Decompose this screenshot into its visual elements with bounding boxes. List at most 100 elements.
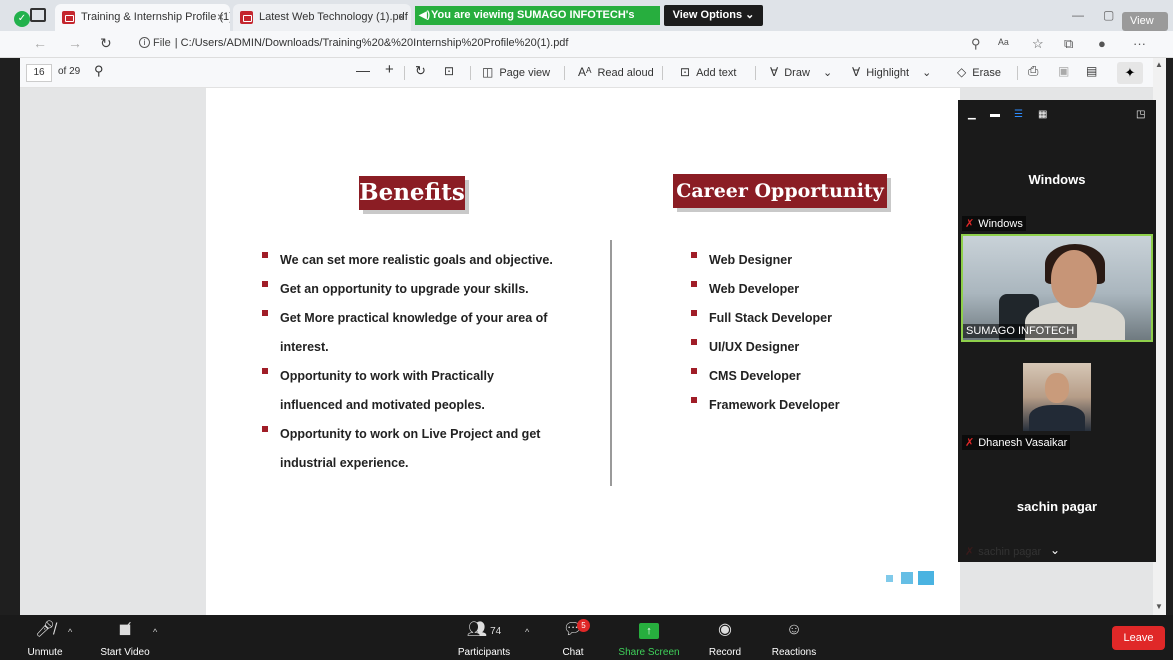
erase-button[interactable]: ◇ Erase xyxy=(957,65,1001,79)
highlight-label: Highlight xyxy=(866,67,910,79)
fit-page-icon[interactable]: ⊡ xyxy=(444,64,454,78)
participant-label: SUMAGO INFOTECH xyxy=(963,324,1078,338)
save-icon[interactable]: ▣ xyxy=(1058,64,1069,78)
close-icon[interactable]: × xyxy=(398,4,405,31)
zoom-in-icon[interactable]: + xyxy=(385,61,394,78)
video-panel: ▁ ▬ ☰ ▦ ◳ Windows ✗ Windows SUMAGO INFOTE… xyxy=(958,100,1156,562)
reactions-button[interactable]: ☺ Reactions xyxy=(768,619,820,658)
mic-muted-icon: ✗ xyxy=(965,546,975,558)
bullet-icon xyxy=(691,397,697,403)
participants-button[interactable]: 👥︎ 74 Participants xyxy=(452,619,516,658)
url-field[interactable]: i File | C:/Users/ADMIN/Downloads/Trainin… xyxy=(139,37,568,49)
add-text-icon: ⊡ xyxy=(680,65,691,79)
page-view-icon: ◫ xyxy=(482,65,494,79)
active-speaker-video[interactable]: SUMAGO INFOTECH xyxy=(961,234,1153,342)
page-view-label: Page view xyxy=(499,67,551,79)
minimize-panel-icon[interactable]: ▁ xyxy=(968,109,976,120)
start-video-button[interactable]: ◼̸ Start Video xyxy=(94,619,156,658)
list-item: Web Designer xyxy=(691,246,891,275)
add-text-label: Add text xyxy=(696,67,737,79)
list-item-text: Opportunity to work on Live Project and … xyxy=(280,427,541,441)
start-video-label: Start Video xyxy=(100,647,150,658)
page-view-button[interactable]: ◫ Page view xyxy=(482,65,550,79)
participant-label: ✗ Dhanesh Vasaikar xyxy=(962,435,1071,450)
zoom-out-icon[interactable]: — xyxy=(356,62,370,78)
reactions-icon: ☺ xyxy=(785,621,803,638)
scroll-up-icon[interactable]: ▲ xyxy=(1155,60,1163,69)
favorites-icon[interactable]: ☆ xyxy=(1032,36,1044,52)
back-icon[interactable]: ← xyxy=(33,35,47,51)
list-item: Get More practical knowledge of your are… xyxy=(262,304,562,333)
caret-up-icon[interactable]: ^ xyxy=(153,627,157,637)
add-text-button[interactable]: ⊡ Add text xyxy=(680,65,736,79)
pdf-icon xyxy=(240,11,253,24)
leave-button[interactable]: Leave xyxy=(1112,626,1165,650)
list-item-text: Full Stack Developer xyxy=(709,311,832,325)
list-item-text: Get an opportunity to upgrade your skill… xyxy=(280,282,529,296)
bullet-icon xyxy=(691,310,697,316)
gallery-view-icon[interactable]: ▦ xyxy=(1038,109,1047,120)
url-text: C:/Users/ADMIN/Downloads/Training%20&%20… xyxy=(180,37,569,49)
share-screen-button[interactable]: ↑ Share Screen xyxy=(614,619,684,658)
decoration-square xyxy=(886,575,893,582)
read-aloud-button[interactable]: Aᴬ Read aloud xyxy=(578,65,654,79)
list-item: Full Stack Developer xyxy=(691,304,891,333)
info-icon[interactable]: i xyxy=(139,37,150,48)
list-item-text: Web Developer xyxy=(709,282,800,296)
maximize-icon[interactable]: ▢ xyxy=(1103,8,1114,22)
draw-button[interactable]: ∀ Draw ⌄ xyxy=(770,65,832,79)
decoration-square xyxy=(901,572,913,584)
refresh-icon[interactable]: ↻ xyxy=(100,35,112,52)
tab-actions-icon[interactable] xyxy=(30,8,46,22)
list-item-text: Web Designer xyxy=(709,253,793,267)
zoom-view-button[interactable]: View xyxy=(1122,12,1168,31)
pdf-icon xyxy=(62,11,75,24)
screen: ✓ Training & Internship Profile (1).p × … xyxy=(0,0,1173,660)
caret-up-icon[interactable]: ^ xyxy=(68,627,72,637)
save-as-icon[interactable]: ▤ xyxy=(1086,64,1097,78)
single-view-icon[interactable]: ▬ xyxy=(990,109,1000,120)
close-icon[interactable]: × xyxy=(217,4,224,31)
search-icon[interactable]: ⚲ xyxy=(94,63,104,79)
tab-training-profile[interactable]: Training & Internship Profile (1).p × xyxy=(55,4,230,31)
bullet-icon xyxy=(262,368,268,374)
record-button[interactable]: ◉ Record xyxy=(706,619,744,658)
list-item-text: interest. xyxy=(280,340,329,354)
list-item-text: Get More practical knowledge of your are… xyxy=(280,311,548,325)
collections-icon[interactable]: ⧉ xyxy=(1064,36,1073,52)
view-options-label: View Options xyxy=(672,9,743,21)
list-item-continuation: interest. xyxy=(262,333,562,362)
bullet-icon xyxy=(262,252,268,258)
highlight-button[interactable]: ∀ Highlight ⌄ xyxy=(852,65,931,79)
highlight-icon: ∀ xyxy=(852,65,861,79)
share-screen-label: Share Screen xyxy=(618,647,680,658)
profile-icon[interactable]: ● xyxy=(1098,36,1106,51)
list-item: Web Developer xyxy=(691,275,891,304)
participants-icon: 👥︎ 74 xyxy=(466,621,502,638)
tab-web-technology[interactable]: Latest Web Technology (1).pdf × xyxy=(233,4,411,31)
pin-toolbar-icon[interactable]: ✦ xyxy=(1117,62,1143,84)
bullet-icon xyxy=(691,252,697,258)
rotate-icon[interactable]: ↻ xyxy=(415,63,426,79)
speaker-icon: ◀) xyxy=(419,10,431,21)
zoom-magnifier-icon[interactable]: ⚲ xyxy=(971,36,981,52)
strip-view-icon[interactable]: ☰ xyxy=(1014,109,1023,120)
caret-up-icon[interactable]: ^ xyxy=(525,627,529,637)
read-aloud-icon: Aᴬ xyxy=(578,65,592,79)
tab-title: Latest Web Technology (1).pdf xyxy=(259,11,408,23)
forward-icon[interactable]: → xyxy=(68,35,82,51)
pop-out-icon[interactable]: ◳ xyxy=(1136,109,1145,120)
read-aloud-icon[interactable]: ᴬᵃ xyxy=(998,36,1009,51)
bullet-icon xyxy=(691,281,697,287)
page-total: of 29 xyxy=(58,66,81,77)
page-number-input[interactable]: 16 xyxy=(26,64,52,82)
unmute-button[interactable]: 🎤︎̸ Unmute xyxy=(22,619,68,658)
scroll-down-icon[interactable]: ▼ xyxy=(1155,602,1163,611)
view-options-button[interactable]: View Options ⌄ xyxy=(664,5,763,26)
minimize-icon[interactable]: — xyxy=(1072,8,1084,22)
chevron-down-icon[interactable]: ⌄ xyxy=(1050,543,1060,557)
list-item-continuation: industrial experience. xyxy=(262,449,562,478)
more-icon[interactable]: ··· xyxy=(1133,36,1146,51)
list-item-text: CMS Developer xyxy=(709,369,801,383)
print-icon[interactable]: ⎙ xyxy=(1028,63,1038,79)
